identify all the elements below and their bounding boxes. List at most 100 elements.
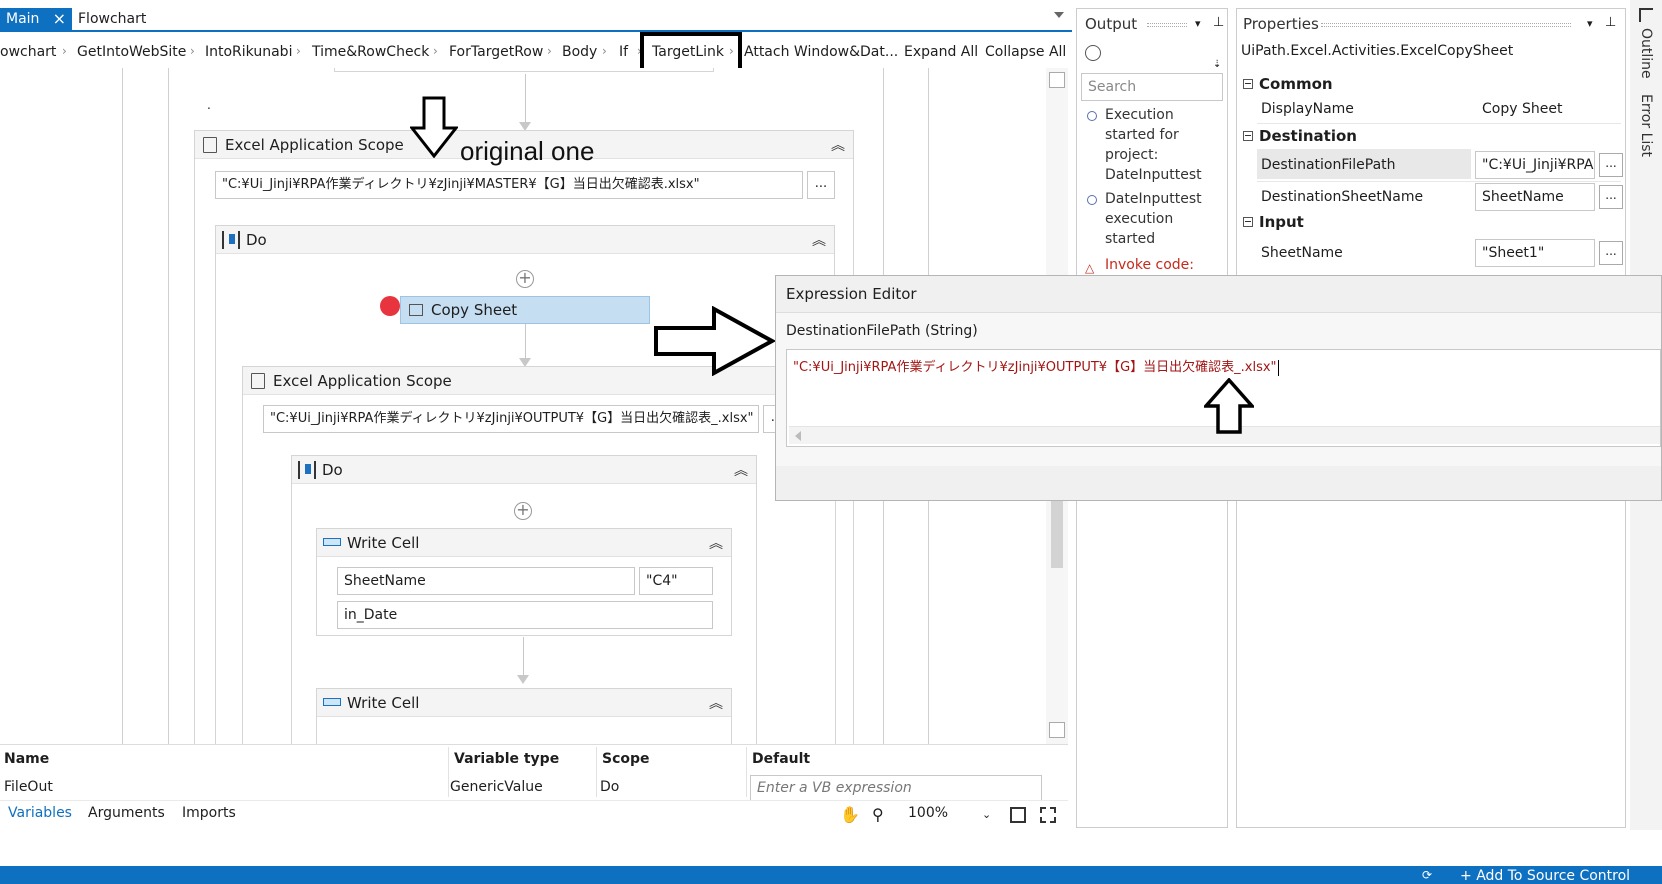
activity-header[interactable]: Write Cell ︽	[317, 689, 731, 717]
category-input[interactable]: Input	[1259, 213, 1304, 231]
sheet-name-field[interactable]: SheetName	[337, 567, 635, 595]
collapse-icon[interactable]: ︽	[709, 533, 723, 553]
collapse-icon[interactable]: ︽	[812, 230, 826, 250]
scroll-down-icon[interactable]	[1049, 722, 1065, 738]
copy-sheet-activity[interactable]: Copy Sheet	[400, 296, 650, 324]
side-tab-outline[interactable]: Outline	[1638, 28, 1654, 79]
tab-flowchart[interactable]: Flowchart	[72, 8, 152, 32]
write-cell-activity-1[interactable]: Write Cell ︽ SheetName "C4" in_Date	[316, 528, 732, 636]
value-field[interactable]: in_Date	[337, 601, 713, 629]
info-icon	[1087, 111, 1097, 121]
panel-drag-grip[interactable]	[1321, 23, 1571, 27]
do-sequence-1[interactable]: Do ︽ + Copy Sheet Excel Application Scop…	[215, 225, 836, 744]
chevron-right-icon: ›	[296, 44, 301, 58]
do-sequence-2[interactable]: Do ︽ + Write Cell ︽ SheetName "C4" in_Da…	[291, 455, 757, 744]
add-to-source-control-button[interactable]: + Add To Source Control	[1460, 868, 1630, 884]
column-header-default[interactable]: Default	[752, 751, 810, 767]
property-expression-button[interactable]: ...	[1599, 185, 1623, 209]
range-field[interactable]: "C4"	[639, 567, 713, 595]
output-log-line[interactable]: Execution started for project: DateInput…	[1105, 105, 1223, 185]
workbook-path-field[interactable]: "C:¥Ui_Jinji¥RPA作業ディレクトリ¥zJinji¥OUTPUT¥【…	[263, 405, 759, 433]
panel-title: Output	[1085, 15, 1138, 33]
collapse-category-icon[interactable]	[1243, 131, 1253, 141]
add-activity-icon[interactable]: +	[516, 270, 534, 288]
outline-icon[interactable]	[1639, 8, 1653, 22]
property-expression-button[interactable]: ...	[1599, 153, 1623, 177]
property-destinationfilepath-value[interactable]: "C:¥Ui_Jinji¥RPA	[1475, 151, 1595, 179]
close-icon[interactable]: ×	[53, 8, 66, 30]
status-bar: ⟳ + Add To Source Control	[0, 866, 1662, 884]
tab-arguments[interactable]: Arguments	[88, 805, 165, 821]
sync-icon[interactable]: ⟳	[1422, 868, 1432, 882]
expression-value[interactable]: "C:¥Ui_Jinji¥RPA作業ディレクトリ¥zJinji¥OUTPUT¥【…	[793, 356, 1279, 376]
property-destinationsheetname-value[interactable]: SheetName	[1475, 183, 1595, 211]
expression-editor-dialog[interactable]: Expression Editor DestinationFilePath (S…	[775, 275, 1662, 501]
output-log-line-error[interactable]: Invoke code:	[1105, 255, 1223, 275]
breadcrumb-item-fortargetrow[interactable]: ForTargetRow	[449, 44, 543, 60]
tab-imports[interactable]: Imports	[182, 805, 236, 821]
tab-variables[interactable]: Variables	[8, 805, 72, 821]
write-cell-icon	[323, 698, 341, 706]
activity-above[interactable]	[334, 68, 714, 72]
excel-application-scope-2[interactable]: Excel Application Scope "C:¥Ui_Jinji¥RPA…	[242, 366, 836, 744]
browse-button[interactable]: ...	[807, 171, 835, 199]
breadcrumb-item-timerowcheck[interactable]: Time&RowCheck	[312, 44, 429, 60]
column-header-scope[interactable]: Scope	[602, 751, 650, 767]
clock-icon[interactable]	[1085, 45, 1101, 61]
output-search-input[interactable]: Search	[1081, 73, 1223, 101]
column-header-type[interactable]: Variable type	[454, 751, 559, 767]
breadcrumb-item-body[interactable]: Body	[562, 44, 597, 60]
chevron-down-icon[interactable]: ⌄	[982, 808, 991, 821]
column-header-name[interactable]: Name	[4, 751, 49, 767]
connector-line	[525, 74, 526, 124]
scroll-up-icon[interactable]	[1049, 72, 1065, 88]
chevron-down-icon[interactable]: ▾	[1195, 17, 1201, 30]
breakpoint-icon[interactable]	[380, 296, 400, 316]
write-cell-activity-2[interactable]: Write Cell ︽	[316, 688, 732, 744]
breadcrumb-item-flowchart[interactable]: owchart	[0, 44, 56, 60]
chevron-down-icon[interactable]	[1054, 12, 1064, 18]
variable-scope-cell[interactable]: Do	[600, 779, 619, 795]
collapse-icon[interactable]: ︽	[734, 460, 748, 480]
fit-to-screen-icon[interactable]	[1010, 807, 1026, 823]
breadcrumb-item-getintowebsite[interactable]: GetIntoWebSite	[77, 44, 186, 60]
collapse-icon[interactable]: ︽	[831, 135, 845, 155]
stray-dot: .	[207, 98, 211, 112]
side-tab-error-list[interactable]: Error List	[1638, 94, 1654, 157]
activity-header[interactable]: Write Cell ︽	[317, 529, 731, 557]
breadcrumb-item-if[interactable]: If	[619, 44, 628, 60]
activity-header[interactable]: Do ︽	[292, 456, 756, 484]
chevron-down-icon[interactable]: ▾	[1587, 17, 1593, 30]
overview-icon[interactable]	[1040, 807, 1056, 823]
breadcrumb-item-intorikunabi[interactable]: IntoRikunabi	[205, 44, 292, 60]
workbook-path-field[interactable]: "C:¥Ui_Jinji¥RPA作業ディレクトリ¥zJinji¥MASTER¥【…	[215, 171, 803, 199]
collapse-category-icon[interactable]	[1243, 79, 1253, 89]
category-destination[interactable]: Destination	[1259, 127, 1357, 145]
expand-all-button[interactable]: Expand All	[904, 44, 978, 60]
property-sheetname-value[interactable]: "Sheet1"	[1475, 239, 1595, 267]
collapse-all-button[interactable]: Collapse All	[985, 44, 1066, 60]
excel-application-scope-1[interactable]: Excel Application Scope ︽ "C:¥Ui_Jinji¥R…	[194, 130, 854, 744]
dropdown-icon[interactable]: ⇣	[1213, 59, 1221, 70]
pin-icon[interactable]: ⊥	[1605, 15, 1616, 30]
breadcrumb-item-attach-window[interactable]: Attach Window&Dat...	[744, 44, 898, 60]
variable-default-input[interactable]: Enter a VB expression	[750, 775, 1042, 801]
pin-icon[interactable]: ⊥	[1213, 15, 1224, 30]
category-common[interactable]: Common	[1259, 75, 1333, 93]
collapse-category-icon[interactable]	[1243, 217, 1253, 227]
tab-main[interactable]: Main ×	[0, 8, 72, 32]
variable-name-cell[interactable]: FileOut	[4, 779, 53, 795]
add-activity-icon[interactable]: +	[514, 502, 532, 520]
nesting-guide-line	[168, 68, 169, 744]
panel-drag-grip[interactable]	[1147, 23, 1187, 27]
activity-header[interactable]: Do ︽	[216, 226, 834, 254]
zoom-icon[interactable]: ⚲	[872, 805, 884, 824]
property-displayname-value[interactable]: Copy Sheet	[1475, 95, 1621, 123]
collapse-icon[interactable]: ︽	[709, 693, 723, 713]
variable-type-cell[interactable]: GenericValue	[450, 779, 543, 795]
designer-bottom-bar: Variables Arguments Imports ✋ ⚲ 100% ⌄	[0, 800, 1068, 828]
zoom-level-select[interactable]: 100%	[908, 805, 948, 821]
output-log-line[interactable]: DateInputtest execution started	[1105, 189, 1223, 249]
property-expression-button[interactable]: ...	[1599, 241, 1623, 265]
hand-pan-icon[interactable]: ✋	[840, 805, 860, 824]
